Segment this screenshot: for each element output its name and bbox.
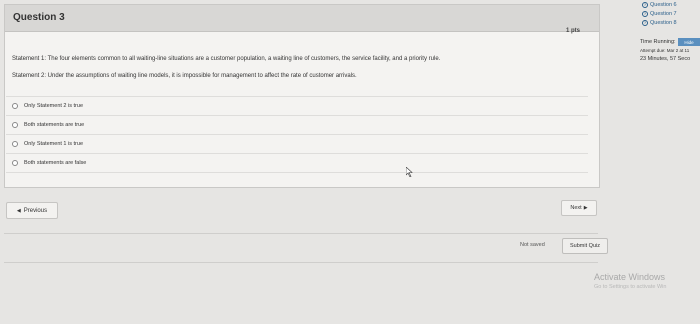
question-mark-icon: ? — [642, 2, 648, 8]
next-label: Next — [570, 205, 582, 211]
activate-windows-title: Activate Windows — [594, 272, 666, 282]
next-button[interactable]: Next ▶ — [561, 200, 597, 216]
activate-windows-subtitle: Go to Settings to activate Win — [594, 284, 667, 290]
submit-quiz-button[interactable]: Submit Quiz — [562, 238, 608, 254]
sidebar-question-link[interactable]: ? Question 7 — [642, 11, 677, 17]
answer-option[interactable]: Only Statement 2 is true — [6, 96, 588, 115]
question-header: Question 3 — [5, 5, 599, 32]
save-status: Not saved — [520, 242, 545, 248]
answer-list: Only Statement 2 is true Both statements… — [6, 96, 588, 173]
statement-2: Statement 2: Under the assumptions of wa… — [12, 73, 357, 79]
previous-label: Previous — [23, 207, 48, 214]
answer-label: Both statements are true — [24, 122, 85, 128]
answer-label: Both statements are false — [24, 160, 87, 166]
question-title: Question 3 — [13, 12, 65, 23]
sidebar-question-label: Question 7 — [650, 11, 677, 17]
sidebar-question-label: Question 8 — [650, 20, 677, 26]
sidebar-question-link[interactable]: ? Question 6 — [642, 2, 677, 8]
submit-label: Submit Quiz — [570, 243, 600, 249]
question-mark-icon: ? — [642, 11, 648, 17]
radio-button[interactable] — [12, 122, 18, 128]
radio-button[interactable] — [12, 160, 18, 166]
sidebar-question-link[interactable]: ? Question 8 — [642, 20, 677, 26]
hide-label: Hide — [684, 39, 694, 45]
statement-1: Statement 1: The four elements common to… — [12, 56, 441, 62]
attempt-due: Attempt due: Mar 2 at 11 — [640, 48, 690, 53]
answer-label: Only Statement 1 is true — [24, 141, 83, 147]
previous-button[interactable]: ◀ Previous — [6, 202, 58, 219]
radio-button[interactable] — [12, 103, 18, 109]
timer-readout: 23 Minutes, 57 Seco — [640, 56, 691, 62]
answer-label: Only Statement 2 is true — [24, 103, 83, 109]
radio-button[interactable] — [12, 141, 18, 147]
answer-option[interactable]: Both statements are true — [6, 115, 588, 134]
mouse-cursor-icon — [406, 167, 413, 177]
hide-timer-button[interactable]: Hide — [678, 38, 700, 46]
chevron-right-icon: ▶ — [583, 205, 588, 211]
sidebar-question-label: Question 6 — [650, 2, 677, 8]
answer-option[interactable]: Both statements are false — [6, 153, 588, 173]
question-mark-icon: ? — [642, 20, 648, 26]
chevron-left-icon: ◀ — [16, 207, 21, 214]
time-running-label: Time Running: — [640, 39, 676, 45]
answer-option[interactable]: Only Statement 1 is true — [6, 134, 588, 153]
quiz-footer — [4, 233, 598, 263]
